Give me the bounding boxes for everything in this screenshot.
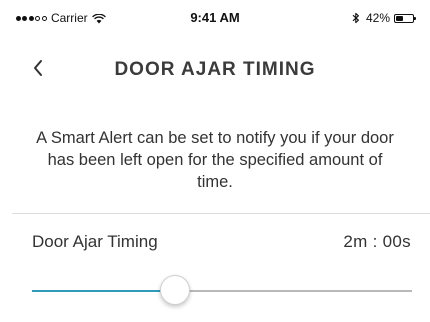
status-bar: Carrier 9:41 AM 42%	[0, 0, 430, 34]
divider	[12, 213, 430, 214]
battery-percentage: 42%	[365, 11, 390, 25]
slider-fill	[32, 290, 175, 292]
slider-track[interactable]	[32, 290, 412, 292]
bluetooth-icon	[352, 12, 360, 24]
slider-thumb[interactable]	[159, 275, 190, 305]
description-text: A Smart Alert can be set to notify you i…	[36, 129, 394, 191]
nav-bar: DOOR AJAR TIMING	[0, 46, 430, 94]
battery-fill	[396, 15, 403, 21]
setting-label: Door Ajar Timing	[32, 232, 158, 251]
battery-cap	[414, 16, 416, 20]
status-right: 42%	[352, 11, 416, 25]
door-ajar-timing-slider[interactable]	[32, 270, 412, 310]
setting-value: 2m : 00s	[343, 232, 411, 251]
page-title: DOOR AJAR TIMING	[114, 59, 316, 80]
battery-icon	[394, 13, 416, 23]
